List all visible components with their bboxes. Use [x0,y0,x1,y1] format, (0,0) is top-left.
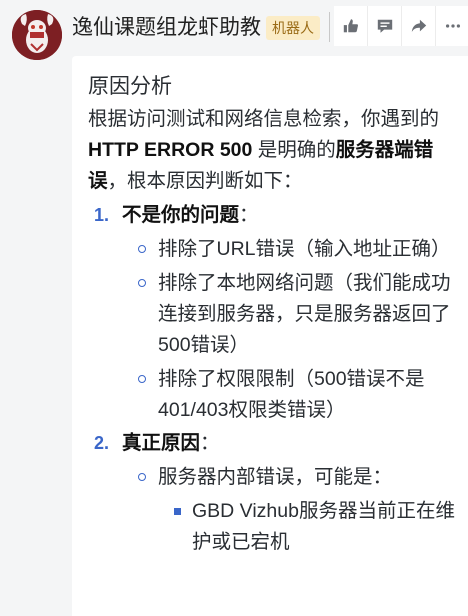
list-number: 1. [94,205,110,225]
header-divider [329,12,330,42]
sub-item: 排除了权限限制（500错误不是401/403权限类错误） [88,364,460,426]
comment-button[interactable] [368,6,402,46]
message-header: 逸仙课题组龙虾助教 机器人 [0,0,468,60]
circle-bullet-icon [138,245,146,253]
share-button[interactable] [402,6,436,46]
sub-item-text: 排除了权限限制（500错误不是401/403权限类错误） [158,368,425,421]
lobster-avatar-icon [12,10,62,60]
reason-item-1: 1. 不是你的问题： [88,200,460,231]
sub-item: 服务器内部错误，可能是： [88,462,460,493]
error-code: HTTP ERROR 500 [88,139,253,161]
reason-item-2: 2. 真正原因： [88,428,460,459]
bot-badge: 机器人 [266,16,320,40]
sub-sub-item: GBD Vizhub服务器当前正在维护或已宕机 [88,496,460,558]
message-content: 原因分析 根据访问测试和网络信息检索，你遇到的 HTTP ERROR 500 是… [88,72,460,558]
more-button[interactable] [436,6,468,46]
circle-bullet-icon [138,473,146,481]
bot-name[interactable]: 逸仙课题组龙虾助教 [72,14,261,42]
avatar[interactable] [12,10,62,60]
comment-icon [377,19,392,33]
reason-colon: ： [200,432,220,454]
sub-item-text: 排除了URL错误（输入地址正确） [158,238,451,260]
like-button[interactable] [334,6,368,46]
thumbs-up-icon [343,19,358,33]
circle-bullet-icon [138,375,146,383]
square-bullet-icon [174,508,181,515]
share-icon [411,19,426,32]
list-number: 2. [94,433,110,453]
intro-text-mid: 是明确的 [252,139,336,161]
intro-paragraph: 根据访问测试和网络信息检索，你遇到的 HTTP ERROR 500 是明确的服务… [88,104,460,197]
intro-text-post: ，根本原因判断如下： [107,170,303,192]
sub-item: 排除了URL错误（输入地址正确） [88,234,460,265]
reason-title: 真正原因 [122,432,201,454]
reason-colon: ： [239,204,259,226]
message-actions [334,6,468,46]
sub-sub-item-text: GBD Vizhub服务器当前正在维护或已宕机 [192,500,455,553]
sub-item: 排除了本地网络问题（我们能成功连接到服务器，只是服务器返回了500错误） [88,268,460,361]
more-icon [445,24,460,28]
sub-item-text: 排除了本地网络问题（我们能成功连接到服务器，只是服务器返回了500错误） [158,272,451,356]
reason-title: 不是你的问题 [122,204,240,226]
message-heading: 原因分析 [88,75,172,98]
intro-text: 根据访问测试和网络信息检索，你遇到的 [88,108,440,130]
sub-item-text: 服务器内部错误，可能是： [158,466,393,488]
circle-bullet-icon [138,279,146,287]
